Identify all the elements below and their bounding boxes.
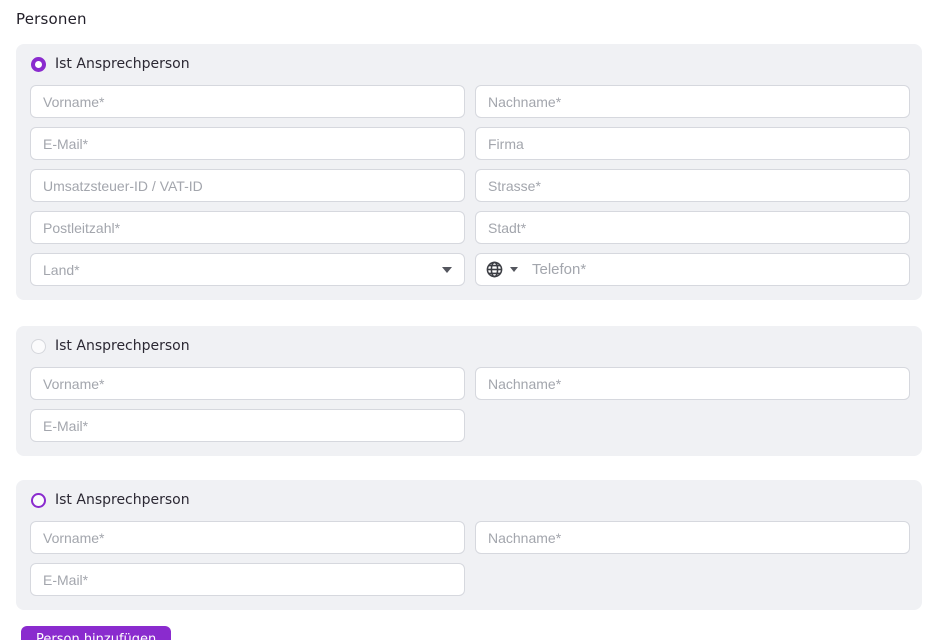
contact-person-radio-row[interactable]: Ist Ansprechperson: [30, 56, 910, 72]
person-section-1: Ist Ansprechperson Land*: [16, 44, 922, 300]
person-section-3: Ist Ansprechperson: [16, 480, 922, 610]
last-name-input[interactable]: [475, 85, 910, 118]
radio-label: Ist Ansprechperson: [55, 56, 190, 72]
contact-person-radio[interactable]: [31, 492, 46, 508]
country-select[interactable]: Land*: [30, 253, 465, 286]
last-name-input[interactable]: [475, 521, 910, 554]
vat-id-input[interactable]: [30, 169, 465, 202]
caret-down-icon: [510, 267, 518, 272]
contact-person-radio-row[interactable]: Ist Ansprechperson: [30, 492, 910, 508]
city-input[interactable]: [475, 211, 910, 244]
person-fields: [30, 521, 910, 596]
country-select-placeholder: Land*: [43, 261, 80, 278]
add-person-button[interactable]: Person hinzufügen: [21, 626, 172, 640]
contact-person-radio-row[interactable]: Ist Ansprechperson: [30, 338, 910, 354]
phone-field: [475, 253, 910, 286]
phone-input[interactable]: [522, 254, 899, 285]
globe-icon: [486, 261, 503, 278]
street-input[interactable]: [475, 169, 910, 202]
person-fields: Land*: [30, 85, 910, 286]
email-input[interactable]: [30, 563, 465, 596]
contact-person-radio[interactable]: [31, 338, 46, 354]
email-input[interactable]: [30, 409, 465, 442]
postal-code-input[interactable]: [30, 211, 465, 244]
email-input[interactable]: [30, 127, 465, 160]
radio-label: Ist Ansprechperson: [55, 338, 190, 354]
person-fields: [30, 367, 910, 442]
company-input[interactable]: [475, 127, 910, 160]
last-name-input[interactable]: [475, 367, 910, 400]
phone-country-selector[interactable]: [486, 259, 522, 280]
radio-label: Ist Ansprechperson: [55, 492, 190, 508]
page-title: Personen: [16, 10, 87, 28]
contact-person-radio[interactable]: [31, 56, 46, 72]
first-name-input[interactable]: [30, 85, 465, 118]
person-section-2: Ist Ansprechperson: [16, 326, 922, 456]
personen-page: Personen Ist Ansprechperson Land*: [0, 0, 936, 640]
chevron-down-icon: [442, 266, 452, 273]
first-name-input[interactable]: [30, 521, 465, 554]
first-name-input[interactable]: [30, 367, 465, 400]
